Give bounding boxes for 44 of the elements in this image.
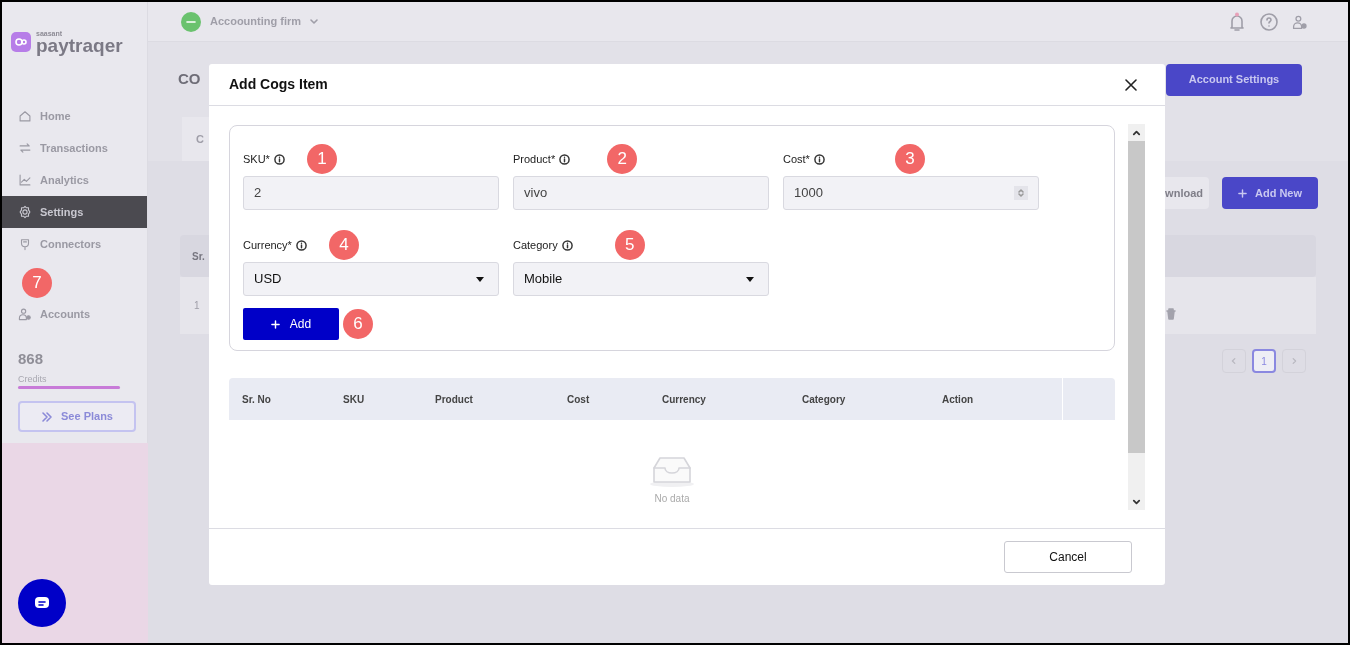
- annotation-badge: 1: [306, 144, 337, 174]
- field-label: Category: [513, 237, 558, 253]
- annotation-badge: 3: [894, 144, 925, 174]
- column-header: Sr. No: [241, 392, 272, 407]
- column-header: Action: [942, 392, 975, 407]
- empty-text: No data: [654, 492, 690, 506]
- field-label: SKU*: [243, 151, 270, 167]
- input-field[interactable]: 1000: [783, 176, 1039, 210]
- field-label: Cost*: [783, 151, 810, 167]
- cancel-button[interactable]: Cancel: [1004, 541, 1132, 573]
- nav-item[interactable]: Transactions: [2, 132, 147, 164]
- credits-value: 868: [18, 349, 45, 369]
- column-header: Cost: [567, 392, 591, 407]
- add-new-button[interactable]: Add New: [1222, 177, 1318, 209]
- account-settings-button[interactable]: Account Settings: [1166, 63, 1302, 96]
- table-cell-text: 1: [194, 299, 200, 313]
- nav-item[interactable]: Accounts: [2, 298, 147, 330]
- column-header: Product: [435, 392, 474, 407]
- credits-label: Credits: [18, 372, 48, 386]
- see-plans-button[interactable]: See Plans: [18, 401, 136, 432]
- modal-title: Add Cogs Item: [229, 75, 328, 94]
- input-field[interactable]: vivo: [513, 176, 769, 210]
- column-header: Category: [802, 392, 847, 407]
- page-title: CO: [178, 69, 201, 90]
- field-label: Currency*: [243, 237, 292, 253]
- nav-item[interactable]: Analytics: [2, 164, 147, 196]
- annotation-badge: 5: [614, 230, 645, 260]
- page-button[interactable]: 1: [1252, 349, 1276, 373]
- brand-logo: paytraqer: [36, 36, 123, 55]
- column-header: SKU: [343, 392, 366, 407]
- column-header: Sr.: [192, 249, 205, 264]
- annotation-badge: 7: [22, 268, 52, 298]
- add-button[interactable]: Add: [243, 308, 339, 340]
- input-field[interactable]: 2: [243, 176, 499, 210]
- field-label: Product*: [513, 151, 556, 167]
- nav-item[interactable]: Connectors: [2, 228, 147, 260]
- select-field[interactable]: USD: [243, 262, 499, 296]
- annotation-badge: 2: [607, 144, 638, 174]
- column-header: Currency: [662, 392, 707, 407]
- select-field[interactable]: Mobile: [513, 262, 769, 296]
- nav-item[interactable]: Home: [2, 100, 147, 132]
- annotation-badge: 4: [328, 230, 359, 260]
- annotation-badge: 6: [343, 309, 373, 339]
- nav-item[interactable]: Settings: [2, 196, 147, 228]
